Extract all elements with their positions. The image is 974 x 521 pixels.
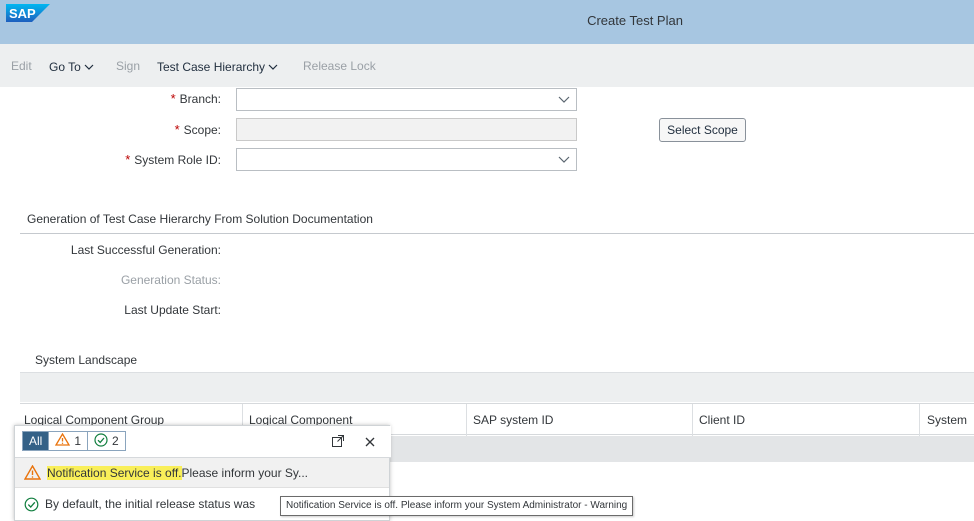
notification-filter-bar: All 1 2 [15,426,391,458]
notification-highlight-text: Notification Service is off. [47,465,182,480]
edit-button[interactable]: Edit [11,59,32,73]
system-role-dropdown[interactable] [236,148,577,171]
check-circle-icon [94,432,108,450]
required-marker: * [170,91,176,106]
select-scope-button[interactable]: Select Scope [659,118,746,142]
column-separator [919,404,920,436]
column-separator [466,404,467,436]
warning-count: 1 [74,434,82,448]
release-lock-button[interactable]: Release Lock [303,59,376,73]
column-header[interactable]: System [927,413,967,427]
required-marker: * [174,122,180,137]
section-divider [20,233,974,234]
hierarchy-label: Test Case Hierarchy [157,60,266,74]
chevron-down-icon [84,59,94,73]
generation-status-label: Generation Status: [120,273,221,287]
shell-bar: SAP Create Test Plan [0,0,974,44]
goto-menu-button[interactable]: Go To [49,59,94,74]
system-landscape-title: System Landscape [35,353,138,367]
notification-text: By default, the initial release status w… [45,497,256,511]
branch-dropdown[interactable] [236,88,577,111]
success-count: 2 [112,434,119,448]
column-header[interactable]: Client ID [699,413,745,427]
table-toolbar [20,372,974,402]
page-title: Create Test Plan [587,13,683,28]
last-update-start-label: Last Update Start: [124,303,221,317]
close-icon[interactable] [365,436,375,450]
filter-warning-button[interactable]: 1 [49,432,89,450]
column-separator [692,404,693,436]
generation-section-title: Generation of Test Case Hierarchy From S… [27,212,373,226]
notification-item-warning[interactable]: Notification Service is off. Please info… [15,458,389,488]
goto-label: Go To [49,60,81,74]
last-successful-generation-label: Last Successful Generation: [70,243,221,257]
system-role-label: * System Role ID: [125,152,221,167]
chevron-down-icon[interactable] [558,153,570,168]
notification-filter-segment: All 1 2 [22,431,126,451]
popout-icon[interactable] [331,434,345,451]
filter-all-button[interactable]: All [23,432,50,450]
notification-text: Please inform your Sy... [181,465,309,480]
chevron-down-icon [268,59,278,73]
required-marker: * [125,152,131,167]
action-toolbar: Edit Go To Sign Test Case Hierarchy Rele… [0,44,974,87]
warning-triangle-icon [24,465,41,480]
scope-field [236,118,577,141]
chevron-down-icon[interactable] [558,93,570,108]
warning-triangle-icon [55,432,71,449]
notification-tooltip: Notification Service is off. Please info… [280,496,634,516]
branch-label: * Branch: [170,91,221,106]
test-case-hierarchy-menu-button[interactable]: Test Case Hierarchy [157,59,278,74]
column-header[interactable]: SAP system ID [473,413,553,427]
filter-success-button[interactable]: 2 [88,432,125,450]
check-circle-icon [24,497,39,512]
scope-label: * Scope: [174,122,221,137]
sign-button[interactable]: Sign [116,59,140,73]
